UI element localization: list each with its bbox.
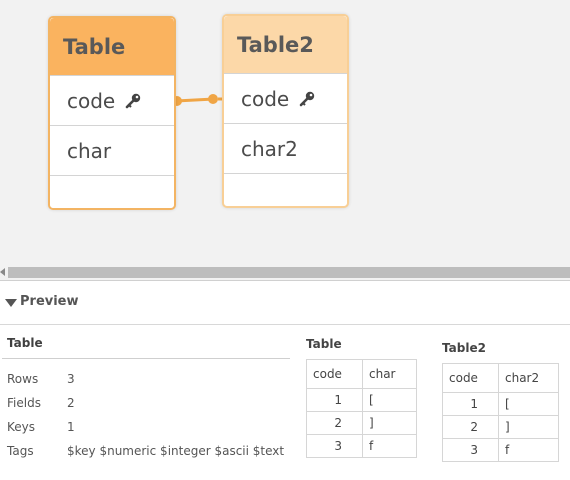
preview-panel: Preview Table Rows 3 Fields 2 Keys 1 Tag… [0, 280, 570, 480]
preview-label: Preview [20, 294, 79, 309]
key-icon [124, 92, 142, 110]
table-card-title: Table2 [224, 16, 347, 73]
info-row: Tags $key $numeric $integer $ascii $text [7, 444, 284, 468]
grid-header-row: code char [306, 359, 417, 389]
table-field-code[interactable]: code [224, 73, 347, 123]
grid-cell: 2 [442, 415, 499, 439]
grid-cell: 2 [306, 411, 363, 435]
info-value: 1 [67, 420, 75, 434]
info-value: 3 [67, 372, 75, 386]
grid-cell: 1 [306, 388, 363, 412]
preview-grid-table2: Table2 code char2 1 [ 2 ] 3 f [442, 341, 559, 462]
field-label: code [67, 88, 116, 113]
grid-cell: 3 [306, 434, 363, 458]
column-header[interactable]: char [362, 359, 417, 389]
table-row: 2 ] [442, 415, 559, 439]
key-icon [298, 90, 316, 108]
table-card-footer [224, 173, 347, 206]
grid-cell: ] [362, 411, 417, 435]
table-row: 2 ] [306, 411, 417, 435]
data-grid: code char 1 [ 2 ] 3 f [306, 359, 417, 458]
column-header[interactable]: code [442, 363, 499, 393]
table-card-table[interactable]: Table code char [48, 16, 176, 210]
grid-cell: f [498, 438, 559, 462]
grid-cell: ] [498, 415, 559, 439]
grid-cell: [ [498, 392, 559, 416]
field-label: char2 [241, 136, 298, 161]
table-info: Rows 3 Fields 2 Keys 1 Tags $key $numeri… [7, 372, 284, 468]
info-row: Keys 1 [7, 420, 284, 444]
info-value: 2 [67, 396, 75, 410]
grid-cell: 3 [442, 438, 499, 462]
scrollbar-thumb[interactable] [8, 267, 570, 278]
table-card-title: Table [50, 18, 174, 75]
table-row: 3 f [306, 434, 417, 458]
field-label: code [241, 86, 290, 111]
grid-title: Table [306, 337, 342, 351]
grid-cell: f [362, 434, 417, 458]
info-label: Keys [7, 420, 36, 434]
info-label: Rows [7, 372, 39, 386]
column-header[interactable]: code [306, 359, 363, 389]
field-label: char [67, 138, 112, 163]
table-row: 3 f [442, 438, 559, 462]
data-grid: code char2 1 [ 2 ] 3 f [442, 363, 559, 462]
table-field-code[interactable]: code [50, 75, 174, 125]
grid-header-row: code char2 [442, 363, 559, 393]
info-title: Table [7, 336, 43, 350]
grid-cell: 1 [442, 392, 499, 416]
caret-down-icon[interactable] [5, 299, 17, 307]
divider [2, 358, 290, 359]
info-label: Fields [7, 396, 41, 410]
table-field-char2[interactable]: char2 [224, 123, 347, 173]
table-field-char[interactable]: char [50, 125, 174, 175]
grid-title: Table2 [442, 341, 486, 355]
preview-grid-table: Table code char 1 [ 2 ] 3 f [306, 337, 417, 458]
horizontal-scrollbar[interactable] [0, 264, 570, 280]
table-card-footer [50, 175, 174, 208]
scroll-left-icon[interactable] [0, 268, 5, 276]
column-header[interactable]: char2 [498, 363, 559, 393]
info-value: $key $numeric $integer $ascii $text [67, 444, 285, 458]
table-card-table2[interactable]: Table2 code char2 [222, 14, 349, 208]
link-endpoint-right [208, 94, 218, 104]
grid-cell: [ [362, 388, 417, 412]
data-model-canvas[interactable]: Table code char Table2 code char2 [0, 0, 570, 264]
info-label: Tags [7, 444, 34, 458]
info-row: Rows 3 [7, 372, 284, 396]
table-row: 1 [ [306, 388, 417, 412]
info-row: Fields 2 [7, 396, 284, 420]
preview-header[interactable]: Preview [0, 281, 570, 325]
table-row: 1 [ [442, 392, 559, 416]
